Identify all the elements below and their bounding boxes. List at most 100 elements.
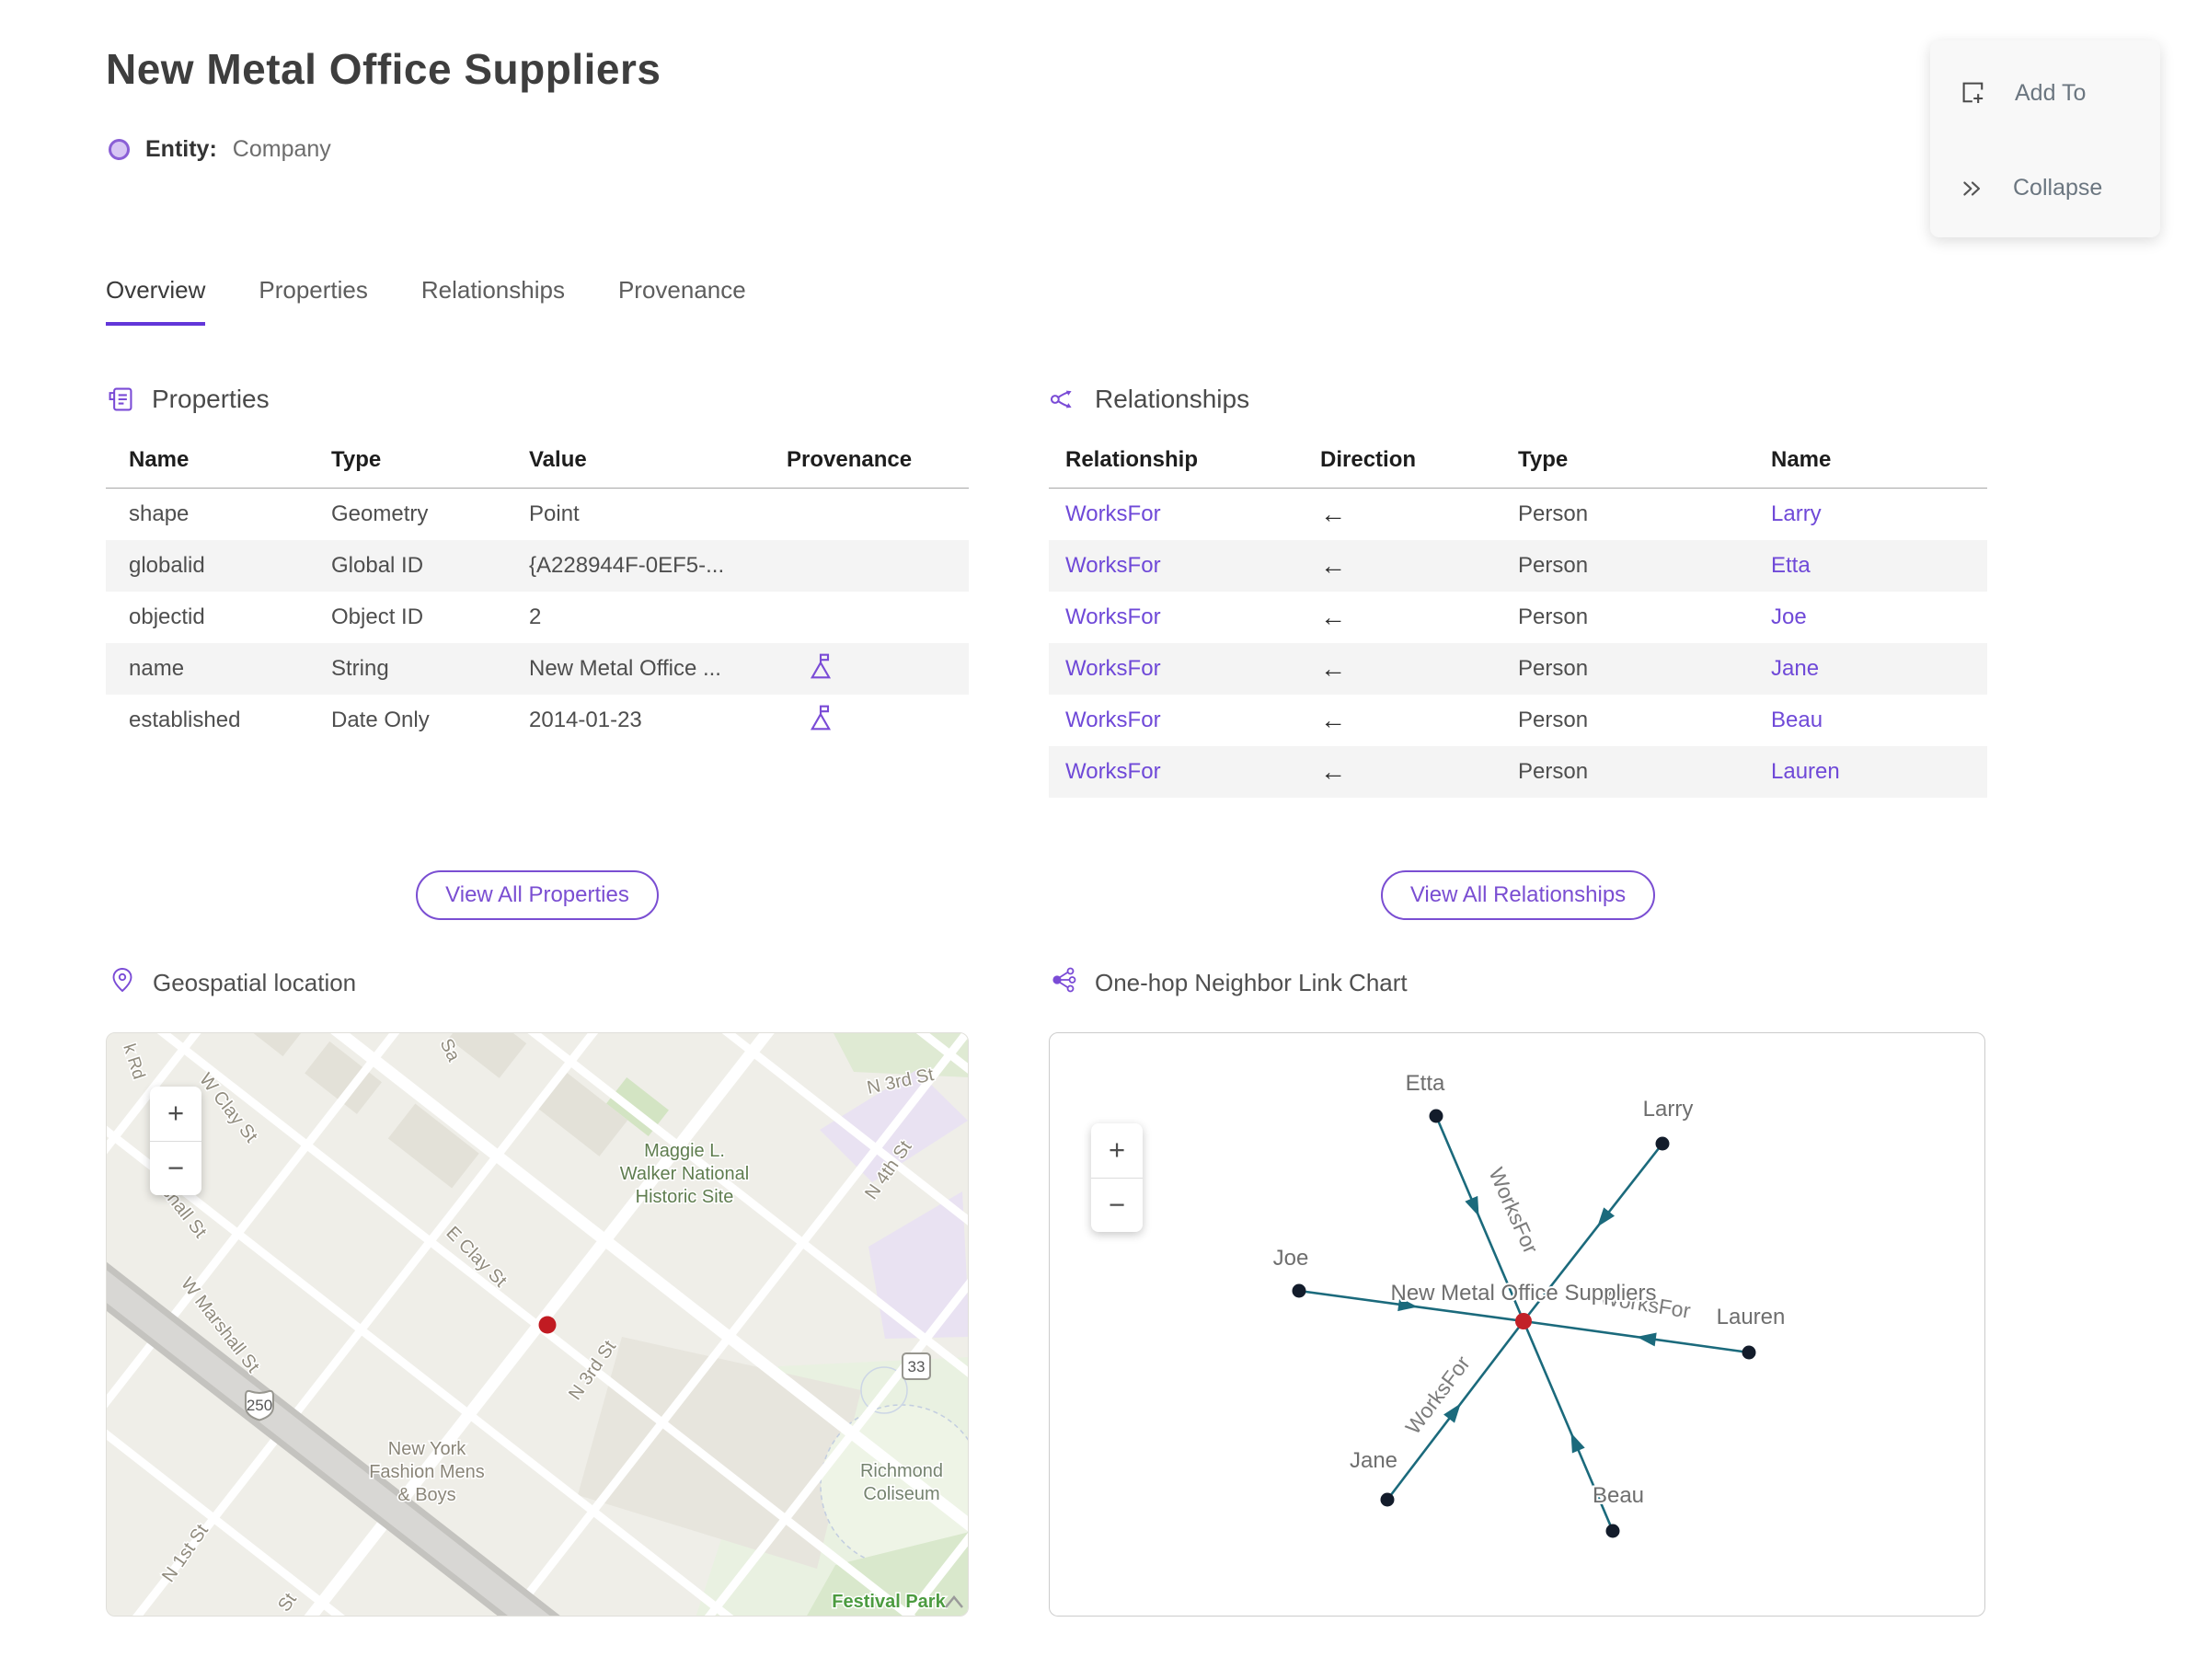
chart-zoom-control: + −	[1091, 1123, 1143, 1232]
collapse-button[interactable]: Collapse	[1960, 175, 2102, 201]
provenance-icon[interactable]	[807, 705, 834, 738]
graph-node-label: Larry	[1643, 1097, 1694, 1122]
direction-arrow: ←	[1320, 706, 1346, 734]
relationships-section-header: Relationships	[1049, 385, 1987, 414]
map-label: Walker National	[620, 1164, 749, 1184]
property-row: globalid Global ID {A228944F-0EF5-...	[106, 540, 969, 592]
relationships-section: Relationships Relationship Direction Type N…	[1049, 385, 1987, 920]
tab-properties[interactable]: Properties	[259, 276, 368, 326]
column-header: Direction	[1320, 440, 1518, 489]
relationships-heading: Relationships	[1095, 385, 1250, 413]
direction-arrow: ←	[1320, 654, 1346, 683]
relationship-type-link[interactable]: WorksFor	[1065, 501, 1161, 526]
graph-node[interactable]	[1429, 1109, 1443, 1123]
link-chart-section-header: One-hop Neighbor Link Chart	[1051, 966, 1408, 1000]
view-all-properties-row: View All Properties	[106, 870, 969, 920]
properties-table: Name Type Value Provenance shape Geometry Poi…	[106, 440, 969, 746]
graph-node[interactable]	[1742, 1345, 1756, 1360]
relationship-type-link[interactable]: WorksFor	[1065, 708, 1161, 732]
edge-arrow	[1597, 1207, 1616, 1227]
relationship-type-link[interactable]: WorksFor	[1065, 604, 1161, 629]
related-entity-link[interactable]: Etta	[1771, 553, 1811, 578]
relationship-row: WorksFor ← Person Joe	[1049, 592, 1987, 643]
property-value: 2014-01-23	[529, 708, 642, 732]
entity-label: Entity:	[145, 136, 217, 162]
relationship-type-link[interactable]: WorksFor	[1065, 656, 1161, 681]
map-zoom-in-button[interactable]: +	[150, 1087, 201, 1141]
related-entity-type: Person	[1518, 553, 1589, 578]
direction-arrow: ←	[1320, 757, 1346, 786]
direction-arrow: ←	[1320, 551, 1346, 580]
tab-provenance[interactable]: Provenance	[618, 276, 746, 326]
edge-label: WorksFor	[1400, 1351, 1475, 1438]
relationship-type-link[interactable]: WorksFor	[1065, 759, 1161, 784]
map-label: Historic Site	[636, 1187, 734, 1207]
column-header: Value	[529, 440, 787, 489]
direction-arrow: ←	[1320, 603, 1346, 631]
related-entity-type: Person	[1518, 501, 1589, 526]
geospatial-map[interactable]: + − k Rd W Clay St Sa N 3rd St Maggie L.…	[106, 1032, 969, 1617]
chart-zoom-out-button[interactable]: −	[1091, 1177, 1143, 1233]
map-pin-icon	[109, 966, 136, 1000]
relationship-type-link[interactable]: WorksFor	[1065, 553, 1161, 578]
map-label: Fashion Mens	[369, 1462, 485, 1482]
column-header: Relationship	[1049, 440, 1320, 489]
map-marker	[538, 1316, 557, 1334]
column-header: Type	[1518, 440, 1771, 489]
property-name: globalid	[129, 553, 205, 578]
chart-zoom-in-button[interactable]: +	[1091, 1123, 1143, 1178]
related-entity-type: Person	[1518, 759, 1589, 784]
properties-section: Properties Name Type Value Provenance shape…	[106, 385, 969, 920]
property-row: objectid Object ID 2	[106, 592, 969, 643]
map-label: New York	[388, 1439, 466, 1459]
graph-edge[interactable]	[1523, 1319, 1750, 1354]
graph-node-label: Lauren	[1717, 1305, 1786, 1329]
graph-center-node[interactable]	[1515, 1313, 1532, 1329]
properties-section-header: Properties	[106, 385, 969, 414]
tab-overview[interactable]: Overview	[106, 276, 206, 326]
map-zoom-out-button[interactable]: −	[150, 1140, 201, 1196]
graph-node[interactable]	[1380, 1492, 1395, 1507]
related-entity-link[interactable]: Lauren	[1771, 759, 1840, 784]
link-chart-canvas[interactable]: + − WorksFor WorksFor WorksFor Etta Larry Joe…	[1049, 1032, 1985, 1617]
column-header: Type	[331, 440, 529, 489]
graph-node-label: Beau	[1593, 1483, 1644, 1508]
property-row: shape Geometry Point	[106, 489, 969, 541]
map-label: Coliseum	[863, 1484, 939, 1504]
relationship-row: WorksFor ← Person Etta	[1049, 540, 1987, 592]
related-entity-type: Person	[1518, 708, 1589, 732]
link-chart-icon	[1051, 966, 1078, 1000]
column-header: Provenance	[787, 440, 969, 489]
related-entity-type: Person	[1518, 604, 1589, 629]
graph-node[interactable]	[1655, 1136, 1670, 1151]
route-shield: 250	[245, 1389, 274, 1421]
view-all-relationships-button[interactable]: View All Relationships	[1380, 870, 1656, 920]
related-entity-link[interactable]: Larry	[1771, 501, 1822, 526]
properties-heading: Properties	[152, 385, 270, 413]
collapse-label: Collapse	[2013, 175, 2103, 201]
property-type: Date Only	[331, 708, 430, 732]
related-entity-link[interactable]: Beau	[1771, 708, 1823, 732]
related-entity-type: Person	[1518, 656, 1589, 681]
graph-node-label: Etta	[1406, 1071, 1445, 1096]
column-header: Name	[1771, 440, 1987, 489]
graph-center-node-label: New Metal Office Suppliers	[1390, 1281, 1656, 1306]
related-entity-link[interactable]: Joe	[1771, 604, 1807, 629]
page-title: New Metal Office Suppliers	[106, 45, 661, 93]
entity-detail-page: New Metal Office Suppliers Entity: Compa…	[0, 0, 2208, 1680]
tab-relationships[interactable]: Relationships	[421, 276, 565, 326]
graph-node[interactable]	[1605, 1524, 1620, 1538]
property-name: established	[129, 708, 241, 732]
view-all-relationships-row: View All Relationships	[1049, 870, 1987, 920]
collapse-chevrons-icon	[1960, 176, 1985, 201]
view-all-properties-button[interactable]: View All Properties	[416, 870, 659, 920]
graph-node[interactable]	[1292, 1283, 1306, 1298]
related-entity-link[interactable]: Jane	[1771, 656, 1819, 681]
map-zoom-control: + −	[150, 1087, 201, 1195]
svg-text:33: 33	[908, 1358, 926, 1375]
map-label: Festival Park	[832, 1592, 946, 1612]
provenance-icon[interactable]	[807, 653, 834, 686]
properties-header-row: Name Type Value Provenance	[106, 440, 969, 489]
add-to-button[interactable]: Add To	[1960, 79, 2086, 107]
geospatial-heading: Geospatial location	[153, 969, 357, 996]
